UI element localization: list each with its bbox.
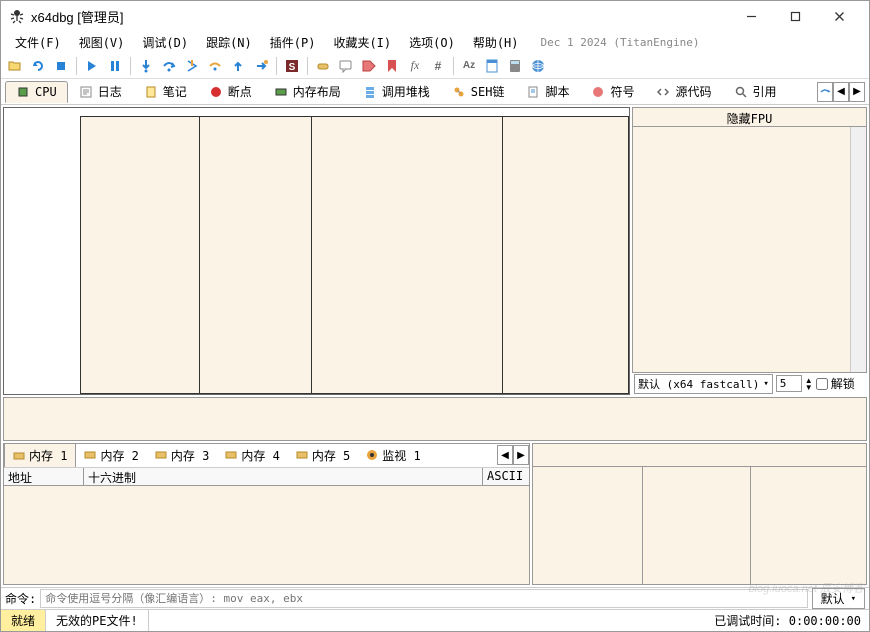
dump-tabs: 内存 1 内存 2 内存 3 内存 4 内存 5 监视 1 ◀▶ [4,444,529,468]
dump-tab-5[interactable]: 内存 5 [288,444,358,467]
info-panel[interactable] [3,397,867,441]
status-time: 已调试时间: 0:00:00:00 [706,610,869,631]
spinner-buttons[interactable]: ▲▼ [805,377,813,391]
close-button[interactable] [817,2,861,30]
dump-header-address[interactable]: 地址 [4,468,84,485]
tab-hidden-icon[interactable] [817,82,833,102]
separator [453,57,454,75]
dump-tab-4[interactable]: 内存 4 [217,444,287,467]
tab-references[interactable]: 引用 [723,79,788,104]
registers-panel[interactable] [632,127,867,373]
status-ready: 就绪 [1,610,46,631]
online-icon[interactable] [528,56,548,76]
maximize-button[interactable] [773,2,817,30]
patches-icon[interactable] [313,56,333,76]
labels-icon[interactable] [359,56,379,76]
stop-icon[interactable] [51,56,71,76]
dump-scroll-left[interactable]: ◀ [497,445,513,465]
scrollbar[interactable] [850,127,866,372]
dump-tab-2[interactable]: 内存 2 [76,444,146,467]
separator [130,57,131,75]
status-message: 无效的PE文件! [46,610,149,631]
separator [276,57,277,75]
step-over-icon[interactable] [159,56,179,76]
menu-file[interactable]: 文件(F) [7,32,69,53]
tab-breakpoints[interactable]: 断点 [198,79,263,104]
dump-body[interactable] [4,486,529,584]
toolbar: S fx # Az [1,53,869,79]
pause-icon[interactable] [105,56,125,76]
menu-favorites[interactable]: 收藏夹(I) [325,32,399,53]
command-mode-combo[interactable]: 默认 [812,588,865,609]
calling-convention-combo[interactable]: 默认 (x64 fastcall) [634,374,773,394]
run-icon[interactable] [82,56,102,76]
unlock-checkbox[interactable]: 解锁 [816,375,855,392]
disasm-col-instruction [312,117,503,393]
watch-tab-1[interactable]: 监视 1 [358,444,428,467]
calculator-icon[interactable] [505,56,525,76]
minimize-button[interactable] [729,2,773,30]
app-icon [9,8,25,24]
command-label: 命令: [5,590,36,607]
tab-symbols[interactable]: 符号 [580,79,645,104]
command-input[interactable] [40,589,807,608]
menubar: 文件(F) 视图(V) 调试(D) 跟踪(N) 插件(P) 收藏夹(I) 选项(… [1,31,869,53]
dump-scroll-right[interactable]: ▶ [513,445,529,465]
tab-memory[interactable]: 内存布局 [263,79,352,104]
dump-header-hex[interactable]: 十六进制 [84,468,483,485]
stack-panel[interactable] [532,467,867,585]
svg-text:S: S [289,62,296,73]
modules-icon[interactable] [482,56,502,76]
tab-cpu[interactable]: CPU [5,81,68,103]
separator [76,57,77,75]
dump-tab-3[interactable]: 内存 3 [147,444,217,467]
comments-icon[interactable] [336,56,356,76]
disasm-col-bytes [200,117,312,393]
separator [307,57,308,75]
run-to-return-icon[interactable] [228,56,248,76]
disassembly-panel[interactable] [3,107,630,395]
trace-over-icon[interactable] [205,56,225,76]
menu-debug[interactable]: 调试(D) [134,32,196,53]
arg-count-stepper[interactable] [776,375,802,392]
tab-notes[interactable]: 笔记 [133,79,198,104]
menu-trace[interactable]: 跟踪(N) [198,32,260,53]
view-tabs: CPU 日志 笔记 断点 内存布局 调用堆栈 SEH链 脚本 符号 源代码 引用… [1,79,869,105]
trace-into-icon[interactable] [182,56,202,76]
stack-info[interactable] [532,443,867,467]
functions-icon[interactable]: fx [405,56,425,76]
scylla-icon[interactable]: S [282,56,302,76]
tab-callstack[interactable]: 调用堆栈 [352,79,441,104]
disasm-col-address [81,117,200,393]
tab-script[interactable]: 脚本 [515,79,580,104]
tab-scroll-left[interactable]: ◀ [833,82,849,102]
open-icon[interactable] [5,56,25,76]
tab-seh[interactable]: SEH链 [441,79,516,104]
menu-help[interactable]: 帮助(H) [465,32,527,53]
disasm-col-comment [503,117,628,393]
variables-icon[interactable]: # [428,56,448,76]
tab-source[interactable]: 源代码 [645,79,722,104]
hide-fpu-button[interactable]: 隐藏FPU [632,107,867,127]
menu-options[interactable]: 选项(O) [401,32,463,53]
strings-icon[interactable]: Az [459,56,479,76]
window-title: x64dbg [管理员] [31,7,729,26]
dump-header-ascii[interactable]: ASCII [483,468,529,485]
bookmarks-icon[interactable] [382,56,402,76]
dump-tab-1[interactable]: 内存 1 [4,444,76,468]
tab-log[interactable]: 日志 [68,79,133,104]
restart-icon[interactable] [28,56,48,76]
menu-plugins[interactable]: 插件(P) [262,32,324,53]
step-into-icon[interactable] [136,56,156,76]
tab-scroll-right[interactable]: ▶ [849,82,865,102]
menu-view[interactable]: 视图(V) [71,32,133,53]
run-to-user-icon[interactable] [251,56,271,76]
build-info: Dec 1 2024 (TitanEngine) [541,36,700,49]
